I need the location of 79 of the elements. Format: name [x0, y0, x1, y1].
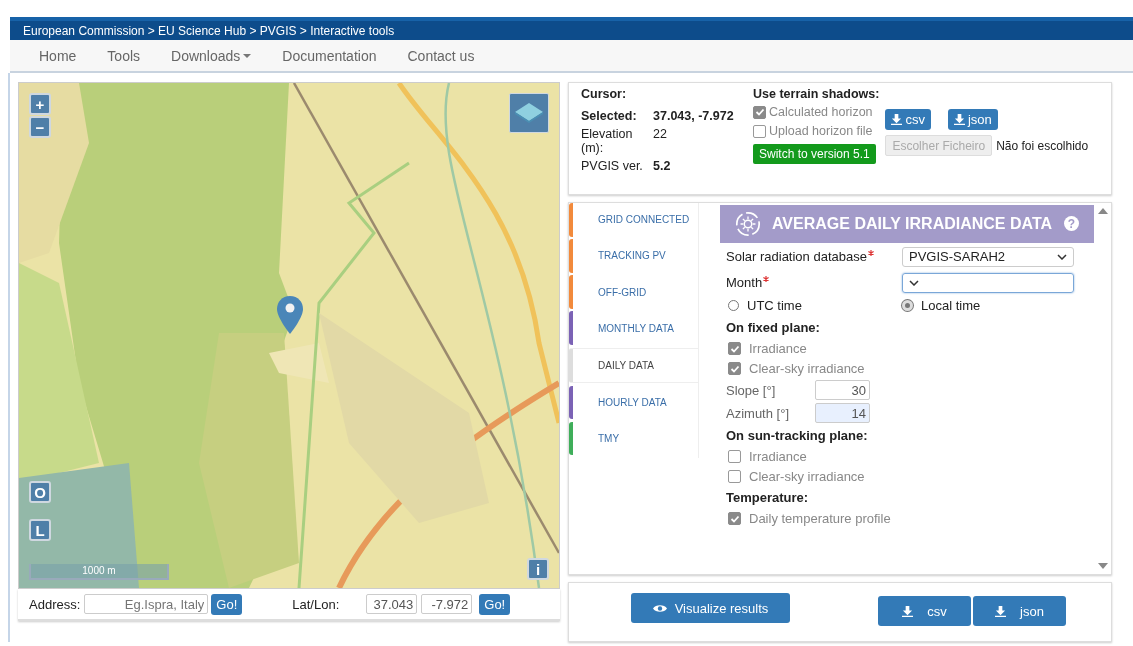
caret-icon: [243, 53, 252, 58]
download-icon: [953, 114, 965, 125]
version-label: PVGIS ver.: [581, 159, 644, 173]
map[interactable]: + − O L 1000 m i: [18, 82, 560, 589]
checkbox-label: Irradiance: [749, 341, 807, 357]
download-button[interactable]: csv: [878, 596, 971, 627]
section-subtitle: Temperature:: [725, 489, 810, 508]
chevron-down-icon: [909, 280, 919, 286]
nav-link[interactable]: Home: [39, 47, 77, 64]
select-field[interactable]: [902, 273, 1074, 293]
lat-lon-label: Lat/Lon:: [292, 596, 340, 612]
checkbox[interactable]: [728, 362, 741, 376]
tab[interactable]: DAILY DATA: [569, 347, 698, 384]
radio-label: UTC time: [747, 298, 802, 314]
eye-icon: [652, 603, 667, 613]
checkbox[interactable]: [728, 470, 741, 484]
number-field[interactable]: 30: [815, 380, 870, 401]
select-field[interactable]: PVGIS-SARAH2: [902, 247, 1074, 267]
go-button[interactable]: Go!: [211, 593, 243, 615]
tab[interactable]: GRID CONNECTED: [569, 203, 698, 237]
nav-link[interactable]: Contact us: [407, 47, 475, 64]
field-label: Month: [726, 275, 902, 291]
go-button[interactable]: Go!: [479, 593, 511, 615]
version-value: 5.2: [653, 159, 672, 173]
visualize-button[interactable]: Visualize results: [631, 593, 790, 624]
map-view-button[interactable]: O: [29, 481, 51, 503]
chevron-down-icon: [1057, 254, 1067, 260]
download-icon: [902, 605, 914, 617]
download-button[interactable]: json: [947, 109, 998, 130]
nav-link[interactable]: Downloads: [171, 47, 252, 64]
layers-icon: [514, 101, 544, 125]
zoom-out-button[interactable]: −: [29, 116, 51, 138]
checkbox-label: Calculated horizon: [769, 105, 873, 119]
sun-cycle-icon: [734, 210, 762, 238]
checkbox-label: Upload horizon file: [769, 124, 873, 138]
section-title: AVERAGE DAILY IRRADIANCE DATA: [772, 215, 1053, 233]
checkbox-label: Daily temperature profile: [749, 511, 891, 527]
address-field[interactable]: Eg.Ispra, Italy: [84, 594, 209, 614]
longitude-field[interactable]: -7.972: [421, 594, 473, 614]
selected-value: 37.043, -7.972: [653, 109, 735, 123]
download-icon: [995, 605, 1007, 617]
number-field[interactable]: 14: [815, 403, 870, 424]
elevation-value: 22: [653, 127, 668, 143]
scroll-up-icon: [1098, 208, 1108, 214]
field-label: Slope [°]: [726, 383, 777, 398]
terrain-title: Use terrain shadows:: [753, 87, 880, 101]
address-label: Address:: [29, 596, 81, 612]
section-subtitle: On fixed plane:: [725, 319, 821, 338]
selected-label: Selected:: [581, 109, 638, 123]
field-label: Solar radiation database: [726, 249, 902, 265]
zoom-in-button[interactable]: +: [29, 93, 51, 115]
elevation-label: Elevation (m):: [581, 127, 634, 155]
checkbox[interactable]: [753, 124, 766, 138]
file-status: Não foi escolhido: [996, 138, 1089, 153]
section-subtitle: On sun-tracking plane:: [725, 427, 869, 446]
checkbox-label: Clear-sky irradiance: [749, 469, 865, 485]
checkbox-label: Clear-sky irradiance: [749, 361, 865, 377]
nav-link[interactable]: Tools: [107, 47, 141, 64]
download-button[interactable]: json: [973, 596, 1066, 627]
checkbox[interactable]: [753, 105, 766, 119]
download-button[interactable]: csv: [885, 109, 931, 130]
field-label: Azimuth [°]: [726, 406, 790, 421]
scale-bar: 1000 m: [29, 564, 169, 580]
checkbox-label: Irradiance: [749, 449, 807, 465]
switch-version-button[interactable]: Switch to version 5.1: [753, 144, 876, 164]
info-button[interactable]: i: [527, 558, 549, 580]
map-pin-icon: [277, 296, 303, 334]
checkbox[interactable]: [728, 512, 741, 526]
cursor-label: Cursor:: [581, 87, 628, 101]
checkbox[interactable]: [728, 450, 741, 464]
nav-link[interactable]: Documentation: [282, 47, 377, 64]
breadcrumb: European Commission > EU Science Hub > PVGIS > Interactive tools: [23, 23, 395, 38]
map-view-button[interactable]: L: [29, 519, 51, 541]
checkbox[interactable]: [728, 342, 741, 356]
download-icon: [891, 114, 903, 125]
layers-button[interactable]: [509, 93, 549, 133]
scroll-down-icon: [1098, 563, 1108, 570]
radio-label: Local time: [921, 298, 981, 314]
latitude-field[interactable]: 37.043: [366, 594, 418, 614]
